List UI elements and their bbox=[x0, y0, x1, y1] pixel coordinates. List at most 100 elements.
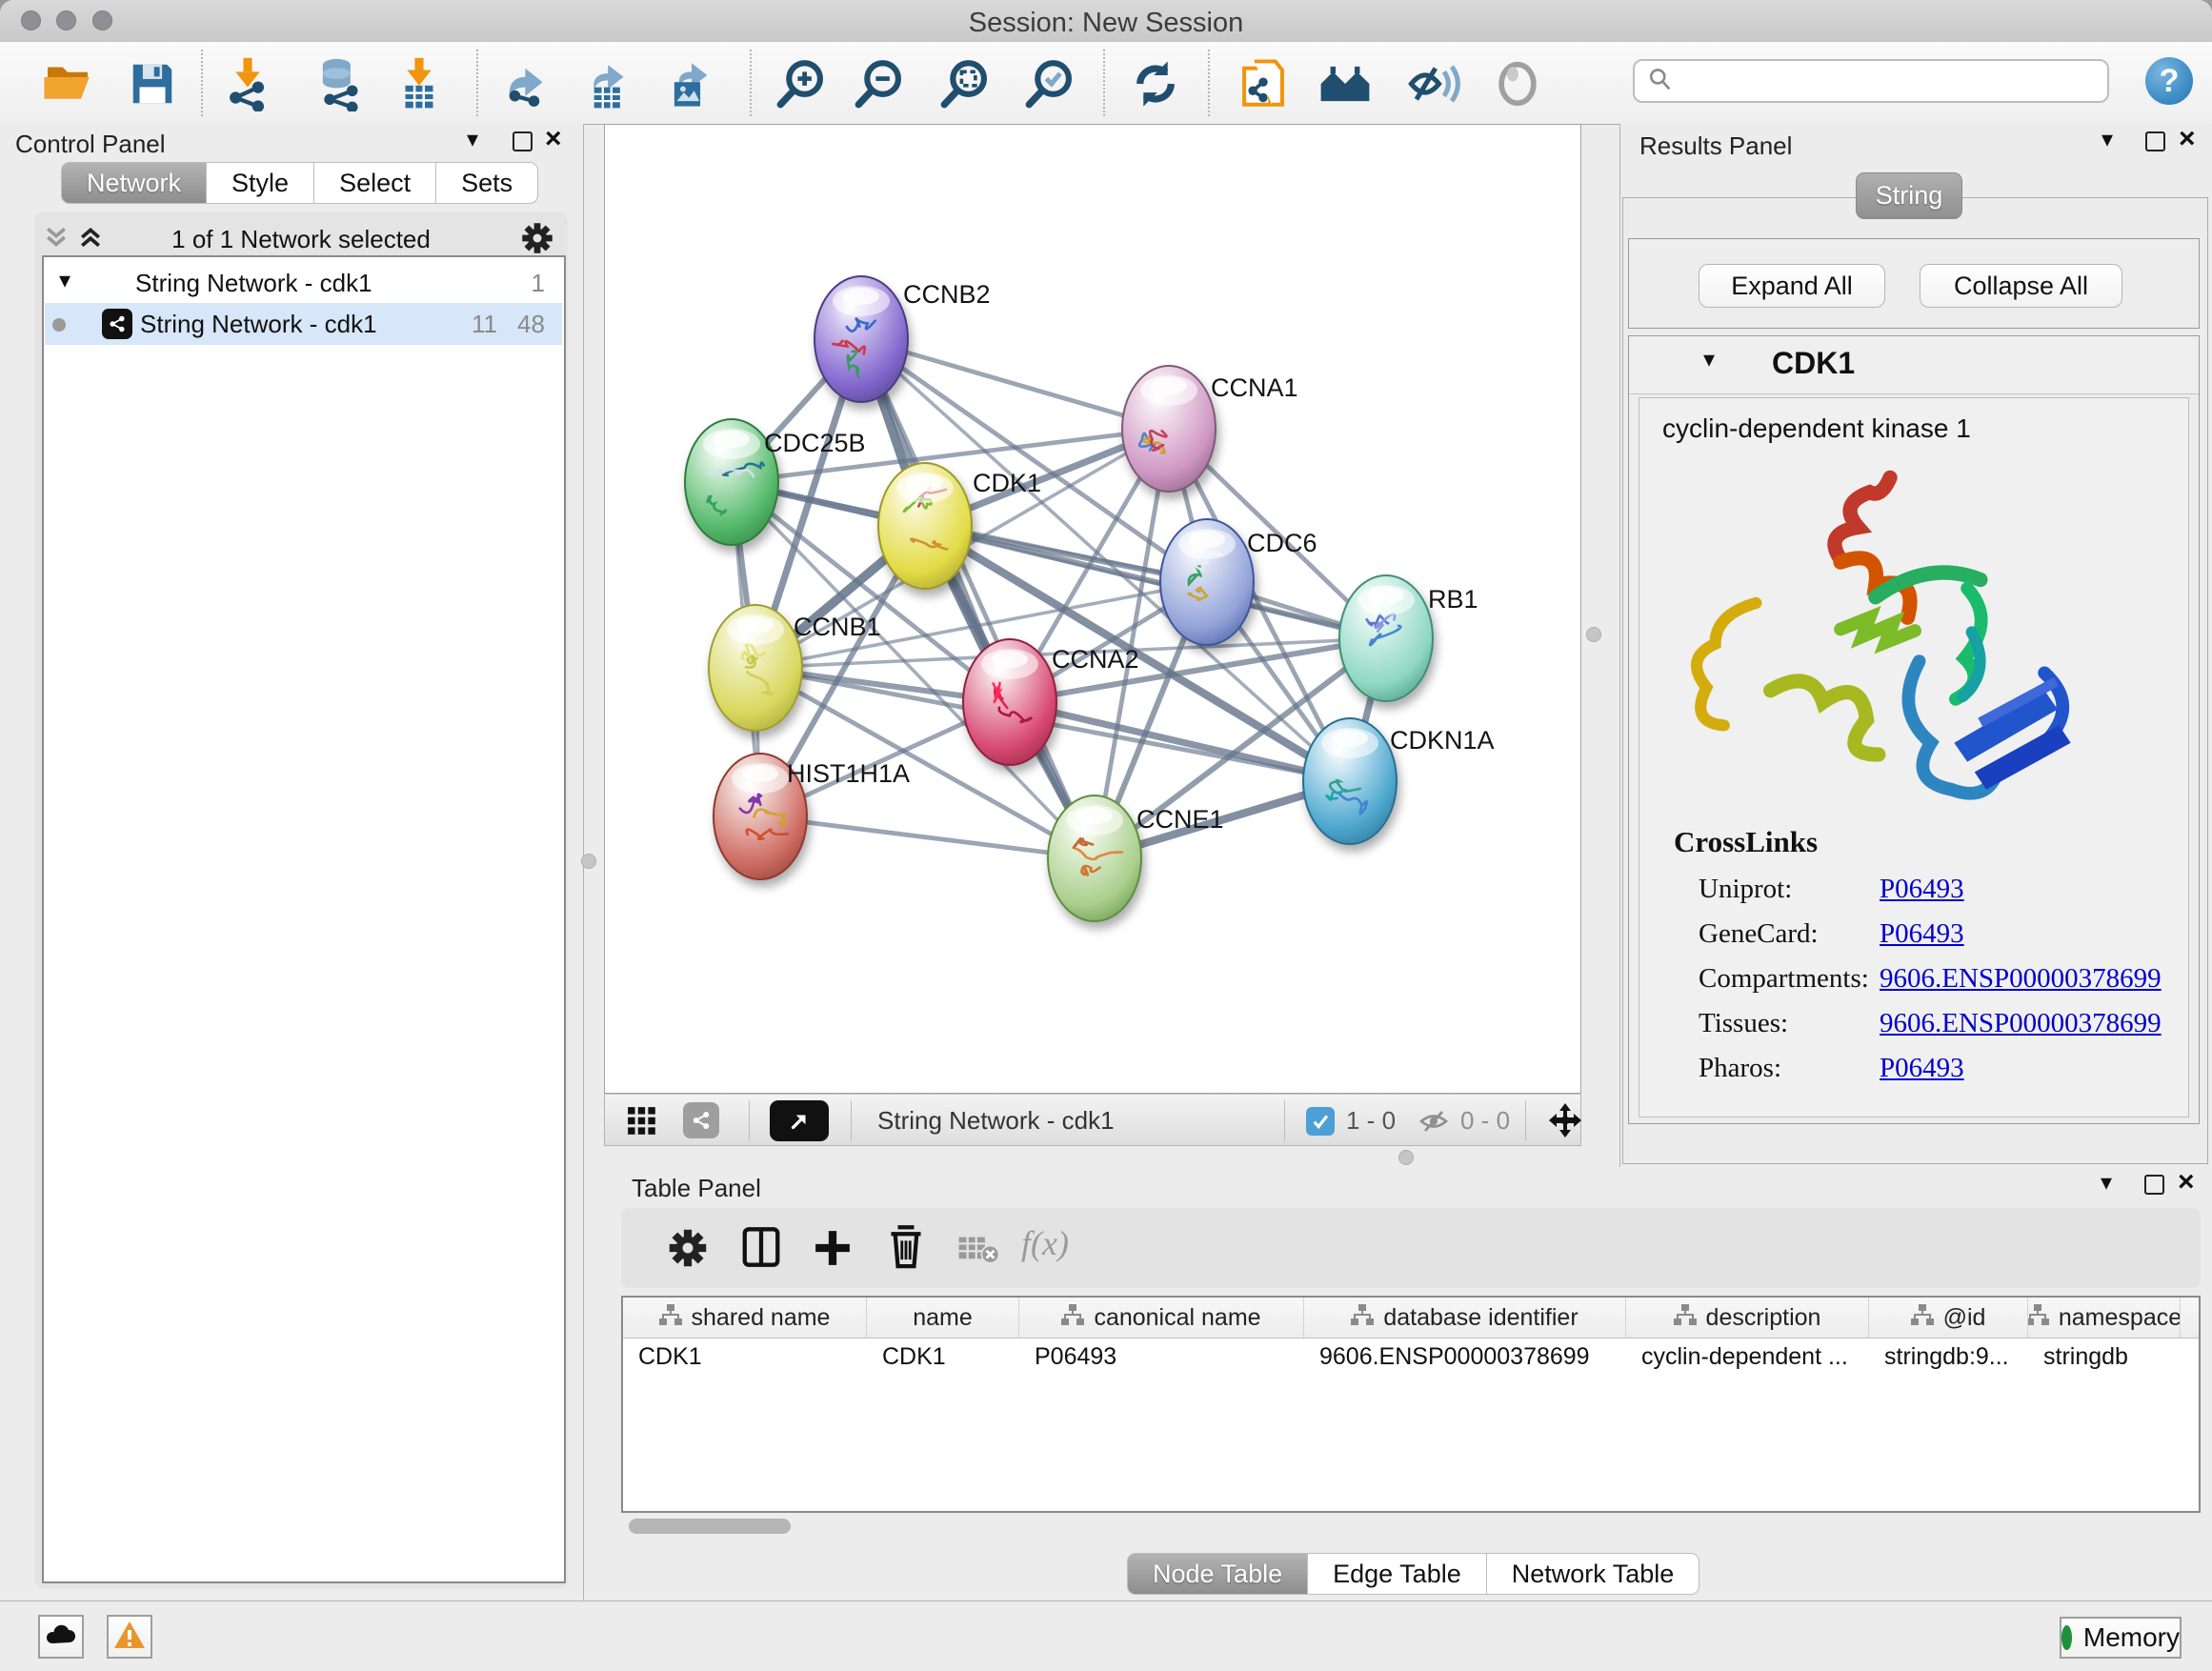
table-cell[interactable]: P06493 bbox=[1019, 1339, 1304, 1375]
crosslink-link[interactable]: 9606.ENSP00000378699 bbox=[1880, 963, 2162, 995]
delete-column-icon[interactable] bbox=[884, 1223, 928, 1274]
table-cell[interactable]: CDK1 bbox=[623, 1339, 867, 1375]
network-view-title: String Network - cdk1 bbox=[877, 1106, 1115, 1136]
control-panel-float-icon[interactable] bbox=[513, 131, 533, 151]
network-node-RB1[interactable] bbox=[1339, 575, 1433, 701]
zoom-in-icon[interactable] bbox=[771, 53, 832, 114]
network-node-CCNB1[interactable] bbox=[709, 605, 802, 731]
zoom-selected-icon[interactable] bbox=[1019, 53, 1080, 114]
tab-string[interactable]: String bbox=[1856, 172, 1962, 219]
tab-style[interactable]: Style bbox=[207, 162, 314, 204]
open-in-window-button[interactable] bbox=[770, 1100, 829, 1141]
column-header-@id[interactable]: @id bbox=[1869, 1298, 2028, 1338]
import-table-icon[interactable] bbox=[389, 53, 450, 114]
column-header-database-identifier[interactable]: database identifier bbox=[1304, 1298, 1626, 1338]
table-panel-close-icon[interactable]: × bbox=[2178, 1171, 2195, 1194]
network-node-CDC6[interactable] bbox=[1160, 519, 1254, 645]
crosslink-link[interactable]: P06493 bbox=[1880, 874, 1964, 905]
sphere-icon[interactable] bbox=[1487, 53, 1548, 114]
table-row[interactable]: CDK1CDK1P064939606.ENSP00000378699cyclin… bbox=[623, 1339, 2199, 1375]
horizontal-splitter-handle[interactable] bbox=[1398, 1150, 1414, 1165]
refresh-icon[interactable] bbox=[1125, 53, 1186, 114]
delete-table-icon[interactable] bbox=[956, 1233, 1000, 1270]
network-node-CDK1[interactable] bbox=[878, 463, 972, 589]
birds-eye-view-icon[interactable] bbox=[626, 1105, 658, 1142]
results-panel-float-icon[interactable] bbox=[2145, 131, 2165, 151]
network-edge[interactable] bbox=[760, 816, 1095, 858]
import-network-database-icon[interactable] bbox=[310, 53, 371, 114]
column-header-shared-name[interactable]: shared name bbox=[623, 1298, 867, 1338]
table-cell[interactable]: stringdb bbox=[2028, 1339, 2181, 1375]
show-columns-icon[interactable] bbox=[739, 1225, 783, 1274]
control-panel-menu-icon[interactable]: ▾ bbox=[467, 126, 478, 153]
tab-network-table[interactable]: Network Table bbox=[1487, 1553, 1700, 1595]
network-node-CDKN1A[interactable] bbox=[1303, 718, 1397, 844]
zoom-out-icon[interactable] bbox=[849, 53, 910, 114]
network-node-CCNB2[interactable] bbox=[814, 276, 908, 402]
network-collection-row[interactable]: ▾ String Network - cdk1 1 bbox=[44, 265, 564, 303]
add-column-icon[interactable] bbox=[812, 1227, 854, 1274]
table-cell[interactable]: CDK1 bbox=[867, 1339, 1019, 1375]
control-panel-close-icon[interactable]: × bbox=[545, 128, 562, 151]
tab-network[interactable]: Network bbox=[61, 162, 207, 204]
network-edge-count: 48 bbox=[517, 310, 545, 339]
crosslink-link[interactable]: 9606.ENSP00000378699 bbox=[1880, 1008, 2162, 1039]
save-session-icon[interactable] bbox=[122, 53, 183, 114]
gene-header-row[interactable]: ▾ CDK1 bbox=[1629, 336, 2199, 394]
import-network-icon[interactable] bbox=[217, 53, 278, 114]
search-input[interactable] bbox=[1673, 66, 2086, 97]
network-node-CCNE1[interactable] bbox=[1048, 795, 1141, 921]
collapse-all-button[interactable]: Collapse All bbox=[1920, 264, 2122, 308]
cloud-button[interactable] bbox=[38, 1615, 84, 1659]
hidden-eye-icon[interactable] bbox=[1417, 1106, 1451, 1141]
crosslink-link[interactable]: P06493 bbox=[1880, 1053, 1964, 1084]
open-session-icon[interactable] bbox=[37, 53, 98, 114]
search-field[interactable] bbox=[1633, 59, 2109, 103]
help-icon[interactable]: ? bbox=[2145, 57, 2193, 105]
tab-edge-table[interactable]: Edge Table bbox=[1308, 1553, 1487, 1595]
table-horizontal-scrollbar[interactable] bbox=[629, 1519, 791, 1534]
expand-all-button[interactable]: Expand All bbox=[1699, 264, 1885, 308]
hide-labels-icon[interactable] bbox=[1403, 53, 1464, 114]
network-canvas[interactable]: CCNB2CCNA1CDC25BCDK1CDC6RB1CCNB1CCNA2CDK… bbox=[604, 124, 1581, 1094]
gene-result-box: ▾ CDK1 cyclin-dependent kinase 1 bbox=[1628, 335, 2200, 1124]
network-graph[interactable]: CCNB2CCNA1CDC25BCDK1CDC6RB1CCNB1CCNA2CDK… bbox=[605, 125, 1580, 1093]
warning-button[interactable] bbox=[107, 1615, 152, 1659]
function-builder-icon[interactable]: f(x) bbox=[1021, 1223, 1069, 1263]
gear-icon[interactable] bbox=[520, 221, 554, 260]
tab-select[interactable]: Select bbox=[314, 162, 436, 204]
home-icon[interactable] bbox=[1315, 53, 1376, 114]
export-network-icon[interactable] bbox=[498, 53, 559, 114]
column-header-namespace[interactable]: namespace bbox=[2028, 1298, 2181, 1338]
column-header-description[interactable]: description bbox=[1626, 1298, 1869, 1338]
table-gear-icon[interactable] bbox=[667, 1227, 709, 1274]
table-cell[interactable]: stringdb:9... bbox=[1869, 1339, 2028, 1375]
node-table[interactable]: shared namenamecanonical namedatabase id… bbox=[621, 1296, 2201, 1513]
table-panel-float-icon[interactable] bbox=[2144, 1175, 2164, 1195]
table-cell[interactable]: cyclin-dependent ... bbox=[1626, 1339, 1869, 1375]
tab-sets[interactable]: Sets bbox=[436, 162, 538, 204]
table-cell[interactable]: 9606.ENSP00000378699 bbox=[1304, 1339, 1626, 1375]
column-header-name[interactable]: name bbox=[867, 1298, 1019, 1338]
export-image-icon[interactable] bbox=[661, 53, 722, 114]
export-table-icon[interactable] bbox=[579, 53, 640, 114]
fit-content-icon[interactable] bbox=[1546, 1101, 1584, 1144]
zoom-fit-icon[interactable] bbox=[935, 53, 995, 114]
results-panel-menu-icon[interactable]: ▾ bbox=[2101, 126, 2113, 153]
selected-checkbox-icon[interactable] bbox=[1306, 1107, 1335, 1136]
crosslink-link[interactable]: P06493 bbox=[1880, 918, 1964, 950]
network-node-CCNA1[interactable] bbox=[1122, 366, 1216, 492]
string-style-icon[interactable] bbox=[683, 1102, 719, 1138]
network-node-CCNA2[interactable] bbox=[963, 639, 1056, 765]
tab-node-table[interactable]: Node Table bbox=[1127, 1553, 1308, 1595]
memory-button[interactable]: Memory bbox=[2060, 1617, 2182, 1659]
gene-collapse-icon[interactable]: ▾ bbox=[1703, 346, 1715, 373]
network-row[interactable]: String Network - cdk1 11 48 bbox=[45, 303, 562, 345]
right-splitter-handle[interactable] bbox=[1586, 627, 1601, 642]
left-splitter-handle[interactable] bbox=[581, 854, 596, 869]
tree-expand-icon[interactable]: ▾ bbox=[59, 267, 70, 294]
clone-network-icon[interactable] bbox=[1233, 53, 1294, 114]
results-panel-close-icon[interactable]: × bbox=[2179, 128, 2196, 151]
table-panel-menu-icon[interactable]: ▾ bbox=[2101, 1169, 2112, 1197]
column-header-canonical-name[interactable]: canonical name bbox=[1019, 1298, 1304, 1338]
